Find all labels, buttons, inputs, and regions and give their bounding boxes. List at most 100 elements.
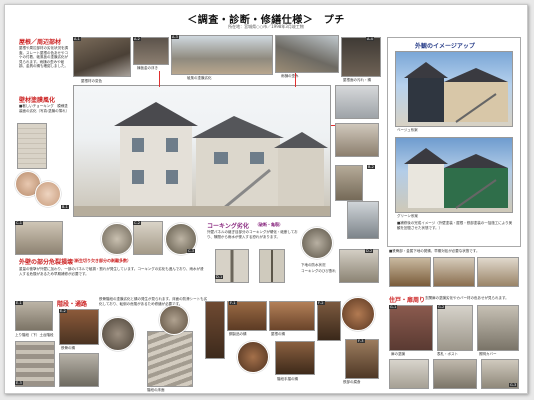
rust-photo-5 [317,301,341,341]
caulk-note: 外壁パネルの継ぎ目部分のコーキングが硬化・破断しており、隙間から雨水が侵入する恐… [207,230,298,239]
split-photo-1 [15,221,63,255]
roof-heading: 屋根／周辺部材 [19,39,62,46]
strip-photo-2 [433,257,475,287]
stairs-photo-4 [59,353,99,387]
split-photo-2 [133,221,163,255]
image-up-photo-2 [395,137,513,213]
main-building-photo [73,85,331,217]
side-photo-4 [347,201,379,239]
tag-c3: C-3 [187,249,195,253]
green-render [404,148,508,209]
side-photo-1 [335,85,379,119]
strip-photo-1 [389,257,431,287]
tag-g1: G-1 [389,305,398,309]
split-heading: 外壁の部分危裂損壊 [19,259,74,266]
housing-caption-1: 扉の塗膜 [391,352,405,356]
rust-photo-3 [269,301,315,331]
caulk-photo-3 [339,249,379,283]
stairs-photo-3 [59,309,99,345]
roof-caption-5: 屋根面の汚れ・錆 [343,78,371,82]
roof-photo-3 [171,35,273,75]
tag-e2: E-2 [59,309,67,313]
stairs-heading: 階段・通路 [57,301,88,308]
stairs-photo-5 [147,331,193,387]
wall-photo-1 [17,123,47,169]
beige-render [404,62,508,123]
rust-caption-1: 鋼製品の錆 [229,332,247,336]
housing-photo-2 [437,305,473,351]
rust-circle-2 [341,297,375,331]
wall-heading: 壁材塗膜風化 [19,97,56,104]
tag-f3: F-3 [357,339,365,343]
stairs-caption-2: 鉄骨の錆 [61,346,75,350]
tag-c2: C-2 [133,221,141,225]
tag-b2: B-2 [367,165,375,169]
stairs-caption-1: 上り階段（下）土台階段 [15,333,54,337]
caulk-photo-2 [259,249,285,283]
caulk-caption-1: 下地の防水状況 [301,263,326,267]
roof-caption-1: 屋根材の変色 [81,79,102,83]
tag-g3: G-3 [509,383,518,387]
housing-photo-5 [433,359,477,389]
split-heading-sub: （新生切り欠き部分の剥離多数） [71,258,131,263]
roof-caption-2: 棟板金の浮き [137,66,158,70]
leader-line-1 [159,71,160,87]
image-up-heading: 外観のイメージアップ [415,43,475,50]
image-up-caption-1: ベージュ系案 [397,128,418,132]
rust-photo-6 [345,339,379,379]
housing-heading: 住戸・扉周り [389,297,426,304]
image-up-note: ■補修後の完成イメージ（外壁塗装・屋根・鉄部塗装の一括施工により美観を回復させた… [397,221,513,230]
roof-caption-3: 破風の塗膜劣化 [187,76,212,80]
tag-a4: A-4 [366,37,374,41]
tag-f1: F-1 [229,301,237,305]
roof-photo-5 [341,37,381,77]
image-up-caption-2: グリーン系案 [397,214,418,218]
rust-photo-2 [227,301,267,331]
stairs-circle-1 [101,317,135,351]
page-subtitle: 所在地：宮城県○○市／1998年3月竣工物 [228,24,304,29]
housing-note: 玄関扉の塗膜劣化やカバー材の色あせが見られます。 [425,296,509,300]
tag-d1: D-1 [215,275,224,279]
split-circle-1 [101,223,133,255]
housing-photo-3 [477,305,519,351]
roof-photo-2 [133,37,169,65]
stairs-circle-2 [159,305,189,335]
wall-note: ■著しいチョーキング 模様塗装面の劣化（写真:塗膜の薄れ） [19,104,70,113]
stairs-caption-3: 階段の床面 [147,388,165,392]
inspection-sheet: ＜調査・診断・修繕仕様＞ プチ 所在地：宮城県○○市／1998年3月竣工物 屋根… [4,4,528,394]
stairs-photo-1 [15,301,53,331]
roof-note: 屋根や周辺部材の劣化状況を調査。スレート屋根の色あせやコケの付着、破風板の塗膜劣… [19,46,68,68]
rust-caption-3: 階段手摺の錆 [277,377,298,381]
caulk-caption-2: コーキングのひび割れ [301,269,336,273]
tag-c1: C-1 [15,221,23,225]
side-photo-2 [335,123,379,157]
caulk-heading-sub: （破断・亀裂） [255,222,283,227]
housing-caption-2: 表札・ポスト [437,352,458,356]
side-photo-3 [335,165,363,201]
tag-e1: E-1 [15,301,23,305]
tag-a2: A-2 [133,37,141,41]
leader-line-2 [295,73,296,87]
wall-circle-2 [35,181,61,207]
housing-caption-3: 照明カバー [479,352,497,356]
rust-note: ■鉄骨部・金属下地の発錆、早期対処が必要な状態です。 [389,249,480,253]
caulk-heading: コーキング劣化 [207,223,249,230]
building-illustration [74,102,330,216]
rust-circle-1 [237,341,269,373]
tag-f2: F-2 [317,301,325,305]
tag-g2: G-2 [437,305,446,309]
rust-caption-4: 鉄部の腐食 [343,380,361,384]
stairs-note: 鉄骨階段の塗膜劣化と錆の発生が見られます。床面の防滑シートも劣化しており、転倒の… [99,297,208,306]
housing-photo-4 [389,359,429,389]
tag-a3: A-3 [171,35,179,39]
roof-photo-4 [275,35,339,73]
tag-e3: E-3 [15,381,23,385]
image-up-photo-1 [395,51,513,127]
tag-b1: B-1 [61,205,69,209]
split-note: 重量の衝撃が外壁に加わり、一部のパネルで破損・割れが発生しています。コーキングの… [19,267,204,276]
caulk-circle-1 [301,227,333,259]
roof-photo-1 [73,37,131,77]
tag-a1: A-1 [73,37,81,41]
housing-photo-1 [389,305,433,351]
rust-caption-2: 屋根の錆 [271,332,285,336]
